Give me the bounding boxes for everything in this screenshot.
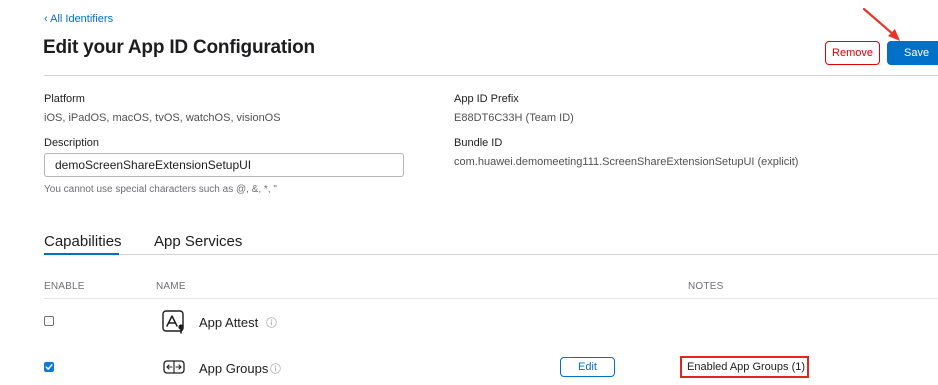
- app-groups-name: App Groups: [199, 361, 269, 376]
- app-groups-info-icon[interactable]: [270, 363, 281, 374]
- page-title: Edit your App ID Configuration: [43, 37, 315, 58]
- column-name: NAME: [156, 281, 186, 292]
- save-button[interactable]: Save: [887, 41, 938, 65]
- description-input[interactable]: [44, 153, 404, 177]
- check-icon: [45, 364, 53, 370]
- description-label: Description: [44, 137, 100, 149]
- remove-button[interactable]: Remove: [825, 41, 880, 65]
- app-groups-edit-button[interactable]: Edit: [560, 357, 615, 377]
- app-groups-icon: [163, 360, 185, 374]
- columns-divider: [44, 298, 938, 299]
- tab-capabilities[interactable]: Capabilities: [44, 233, 122, 250]
- active-tab-indicator: [44, 253, 119, 255]
- back-to-identifiers-link[interactable]: ‹ All Identifiers: [44, 13, 113, 25]
- app-attest-info-icon[interactable]: [266, 317, 277, 328]
- app-attest-icon: [162, 310, 184, 334]
- app-groups-note: Enabled App Groups (1): [680, 356, 809, 378]
- description-hint: You cannot use special characters such a…: [44, 184, 277, 195]
- app-id-prefix-value: E88DT6C33H (Team ID): [454, 112, 574, 124]
- platform-label: Platform: [44, 93, 85, 105]
- platform-value: iOS, iPadOS, macOS, tvOS, watchOS, visio…: [44, 112, 281, 124]
- app-attest-checkbox[interactable]: [44, 316, 54, 326]
- bundle-id-label: Bundle ID: [454, 137, 503, 149]
- header-divider: [44, 75, 938, 76]
- app-id-prefix-label: App ID Prefix: [454, 93, 519, 105]
- app-attest-name: App Attest: [199, 315, 259, 330]
- column-enable: ENABLE: [44, 281, 85, 292]
- tab-app-services[interactable]: App Services: [154, 233, 242, 250]
- save-button-label: Save: [904, 47, 930, 59]
- tabs-divider: [44, 254, 938, 255]
- annotation-arrow-icon: [862, 7, 900, 41]
- column-notes: NOTES: [688, 281, 724, 292]
- bundle-id-value: com.huawei.demomeeting111.ScreenShareExt…: [454, 156, 799, 168]
- app-groups-checkbox[interactable]: [44, 362, 54, 372]
